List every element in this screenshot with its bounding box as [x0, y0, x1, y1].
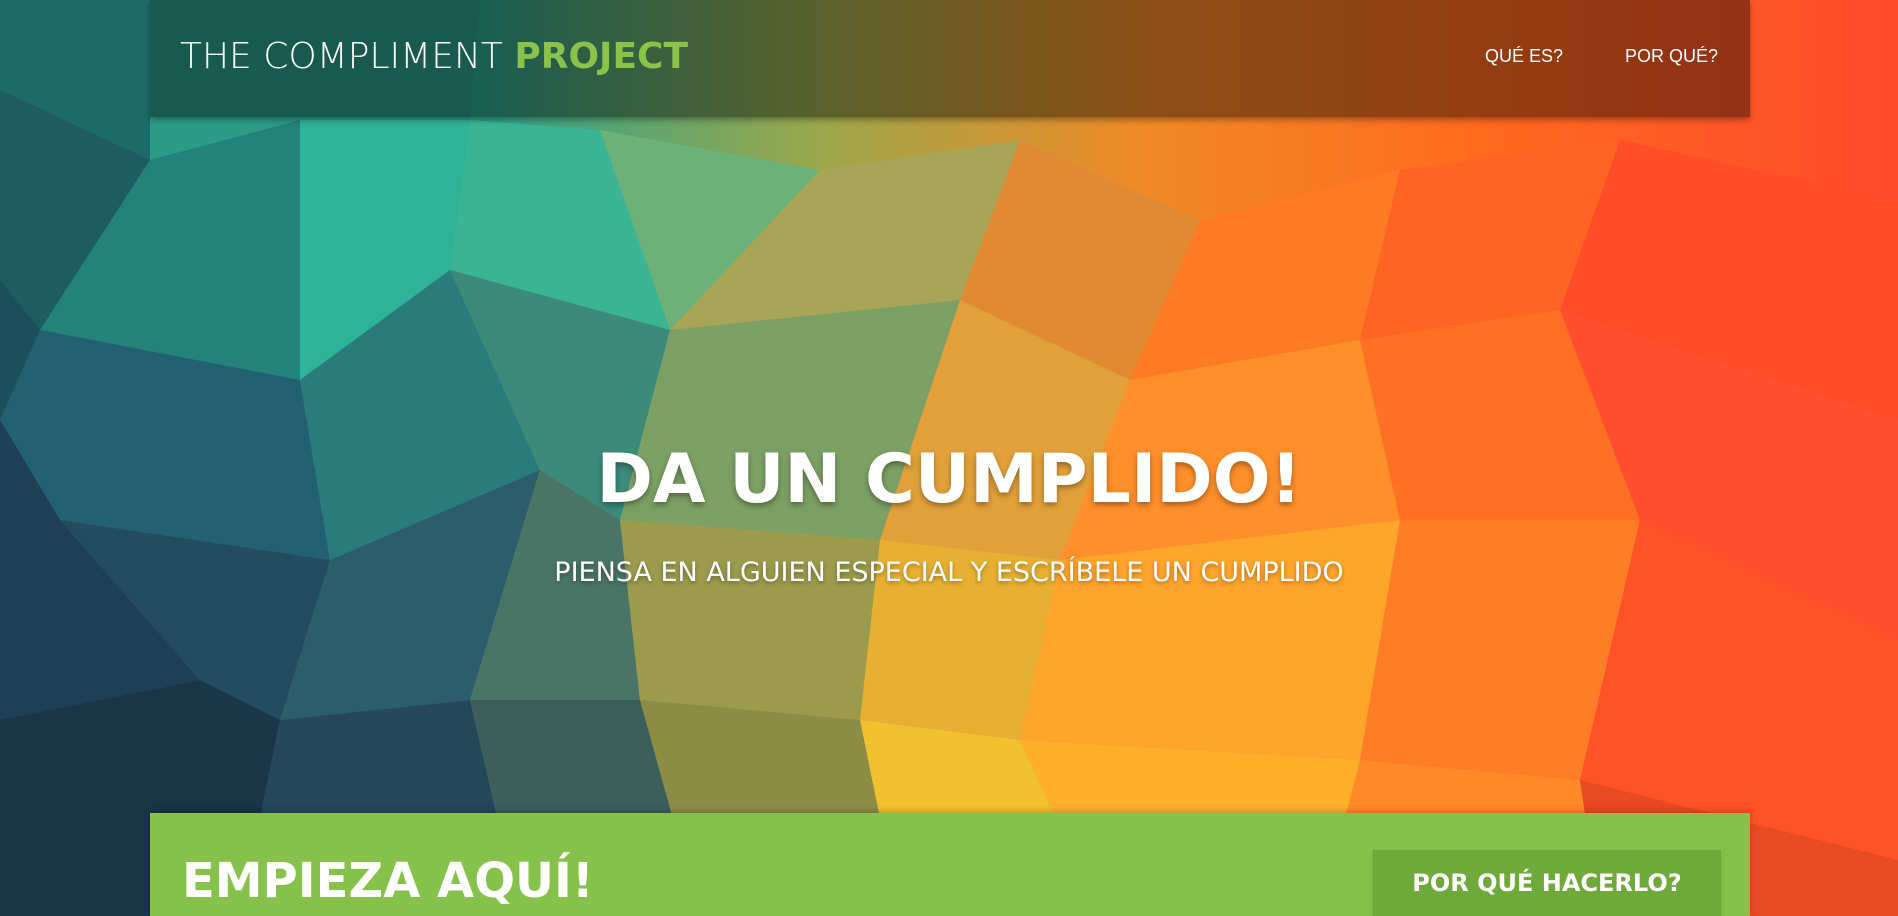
nav-links: QUÉ ES? POR QUÉ?	[1485, 46, 1718, 67]
brand-text-main: THE COMPLIMENT	[180, 36, 515, 77]
nav-link-por-que[interactable]: POR QUÉ?	[1625, 46, 1718, 67]
nav-link-que-es[interactable]: QUÉ ES?	[1485, 46, 1563, 67]
brand-logo-link[interactable]: THE COMPLIMENT PROJECT	[180, 36, 688, 77]
why-do-it-button[interactable]: POR QUÉ HACERLO?	[1373, 850, 1721, 916]
brand-text-accent: PROJECT	[514, 36, 689, 77]
start-here-panel: EMPIEZA AQUÍ! POR QUÉ HACERLO?	[150, 813, 1750, 916]
hero-headline: DA UN CUMPLIDO!	[596, 440, 1302, 519]
top-navbar: THE COMPLIMENT PROJECT QUÉ ES? POR QUÉ?	[150, 0, 1750, 117]
start-here-title: EMPIEZA AQUÍ!	[182, 853, 594, 909]
hero-section: THE COMPLIMENT PROJECT QUÉ ES? POR QUÉ? …	[0, 0, 1898, 916]
hero-subheadline: PIENSA EN ALGUIEN ESPECIAL Y ESCRÍBELE U…	[554, 557, 1344, 588]
